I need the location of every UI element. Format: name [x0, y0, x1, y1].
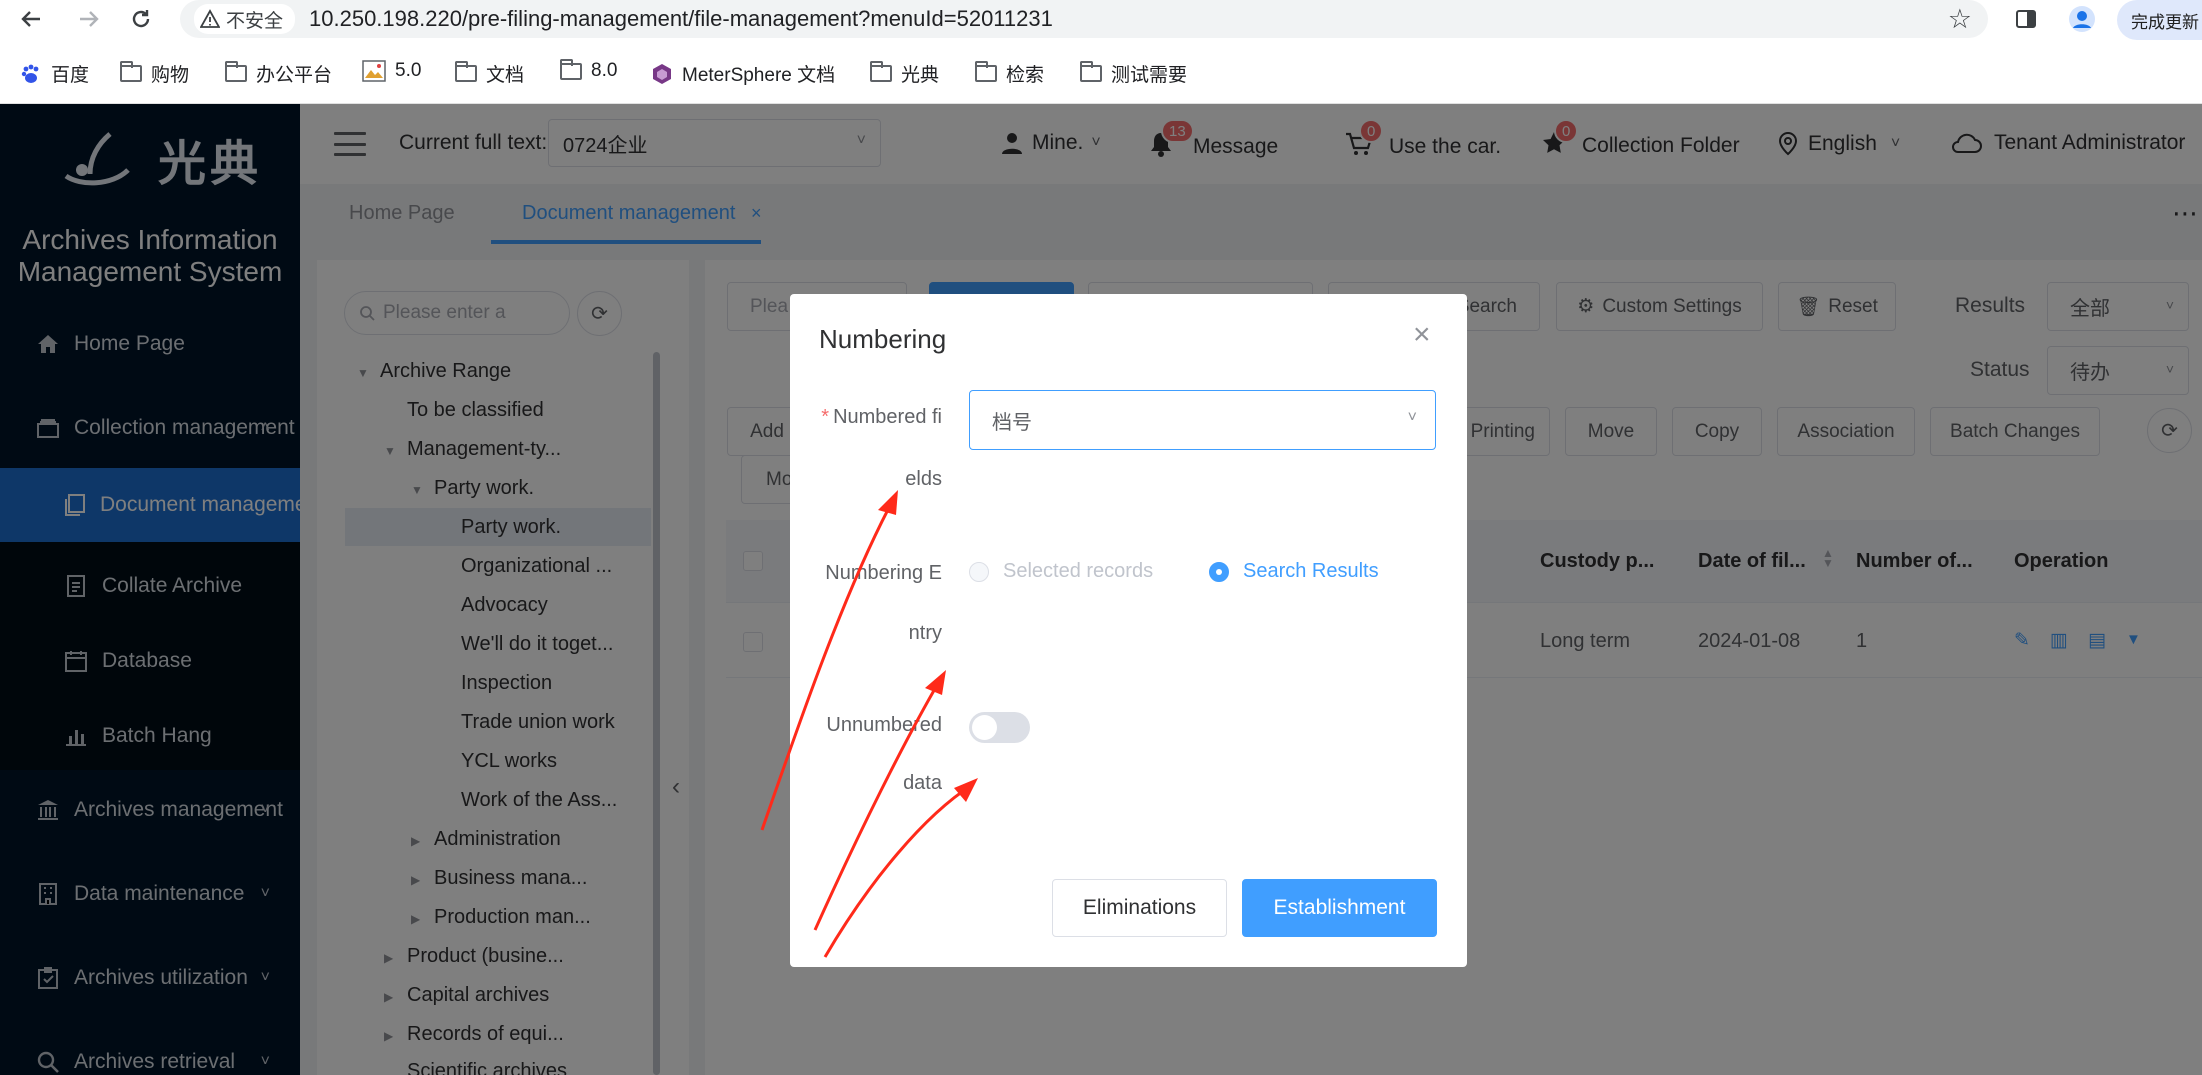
- bookmark-search[interactable]: 检索: [975, 60, 1044, 87]
- bookmark-5-0[interactable]: 5.0: [362, 60, 421, 82]
- radio-search-results[interactable]: Search Results: [1209, 560, 1379, 583]
- numbered-fields-label: * Numbered fi: [800, 406, 942, 429]
- bookmark-label: MeterSphere 文档: [682, 65, 836, 86]
- radio-label: Search Results: [1243, 560, 1379, 582]
- unnumbered-data-toggle[interactable]: [969, 712, 1030, 743]
- profile-avatar-icon[interactable]: [2066, 3, 2098, 35]
- bookmark-label: 8.0: [591, 60, 618, 81]
- radio-selected-records[interactable]: Selected records: [969, 560, 1153, 583]
- bookmark-label: 检索: [1006, 65, 1045, 86]
- numbered-fields-label-wrap: elds: [905, 468, 942, 490]
- bookmark-office[interactable]: 办公平台: [225, 60, 332, 87]
- bookmark-label: 5.0: [395, 60, 422, 81]
- radio-circle: [969, 561, 989, 582]
- url-text: 10.250.198.220/pre-filing-management/fil…: [309, 6, 1053, 31]
- folder-icon: [975, 61, 997, 82]
- bookmark-label: 办公平台: [256, 65, 333, 86]
- numbering-dialog: Numbering × * Numbered fi elds 档号 ˅ Numbe…: [790, 294, 1467, 967]
- side-panel-icon[interactable]: [2010, 3, 2042, 35]
- radio-circle-checked: [1209, 561, 1229, 582]
- unnumbered-data-label-wrap: data: [903, 772, 942, 794]
- back-icon[interactable]: [14, 2, 48, 36]
- bookmark-test-needs[interactable]: 测试需要: [1080, 60, 1187, 87]
- bookmark-baidu[interactable]: 百度: [20, 60, 89, 87]
- numbering-entry-label: Numbering E: [825, 562, 942, 584]
- metersphere-icon: [653, 63, 671, 84]
- address-bar[interactable]: 不安全 10.250.198.220/pre-filing-management…: [180, 0, 1988, 38]
- bookmarks-bar: 百度 购物 办公平台 5.0 文档 8.0 MeterSphere 文档 光典 …: [0, 52, 2202, 96]
- bookmark-label: 百度: [51, 65, 90, 86]
- bookmark-label: 光典: [901, 65, 940, 86]
- numbered-fields-label-a: Numbered fi: [833, 406, 942, 428]
- establish-button[interactable]: Establishment: [1242, 879, 1437, 937]
- close-icon[interactable]: ×: [1413, 320, 1431, 350]
- bookmark-star-icon[interactable]: ☆: [1948, 4, 1972, 35]
- numbered-fields-value: 档号: [992, 411, 1032, 434]
- bookmark-label: 文档: [486, 65, 525, 86]
- browser-toolbar: 不安全 10.250.198.220/pre-filing-management…: [0, 0, 2202, 40]
- bookmark-8-0[interactable]: 8.0: [560, 58, 618, 82]
- required-mark: *: [821, 406, 830, 428]
- numbering-entry-label-wrap: ntry: [908, 622, 942, 644]
- chevron-down-icon: ˅: [1407, 409, 1417, 426]
- security-indicator[interactable]: 不安全: [194, 4, 296, 34]
- bookmark-shopping[interactable]: 购物: [120, 60, 189, 87]
- folder-icon: [560, 58, 582, 80]
- image-icon: [362, 60, 386, 82]
- radio-label: Selected records: [1003, 560, 1154, 582]
- numbered-fields-select[interactable]: 档号 ˅: [969, 390, 1436, 450]
- insecure-label: 不安全: [226, 10, 284, 32]
- bookmark-label: 购物: [151, 65, 190, 86]
- unnumbered-data-label: Unnumbered: [826, 714, 942, 736]
- folder-icon: [120, 61, 142, 82]
- folder-icon: [870, 61, 892, 82]
- warning-icon: [200, 9, 220, 28]
- folder-icon: [1080, 61, 1102, 82]
- update-button[interactable]: 完成更新: [2117, 0, 2202, 40]
- reload-icon[interactable]: [124, 2, 158, 36]
- bookmark-docs[interactable]: 文档: [455, 60, 524, 87]
- bookmark-label: 测试需要: [1111, 65, 1188, 86]
- dialog-title: Numbering: [819, 324, 947, 354]
- folder-icon: [455, 61, 477, 82]
- folder-icon: [225, 61, 247, 82]
- bookmark-metersphere[interactable]: MeterSphere 文档: [651, 60, 835, 87]
- bookmark-guangdian[interactable]: 光典: [870, 60, 939, 87]
- forward-icon[interactable]: [72, 2, 106, 36]
- baidu-paw-icon: [21, 64, 39, 83]
- cancel-button[interactable]: Eliminations: [1052, 879, 1227, 937]
